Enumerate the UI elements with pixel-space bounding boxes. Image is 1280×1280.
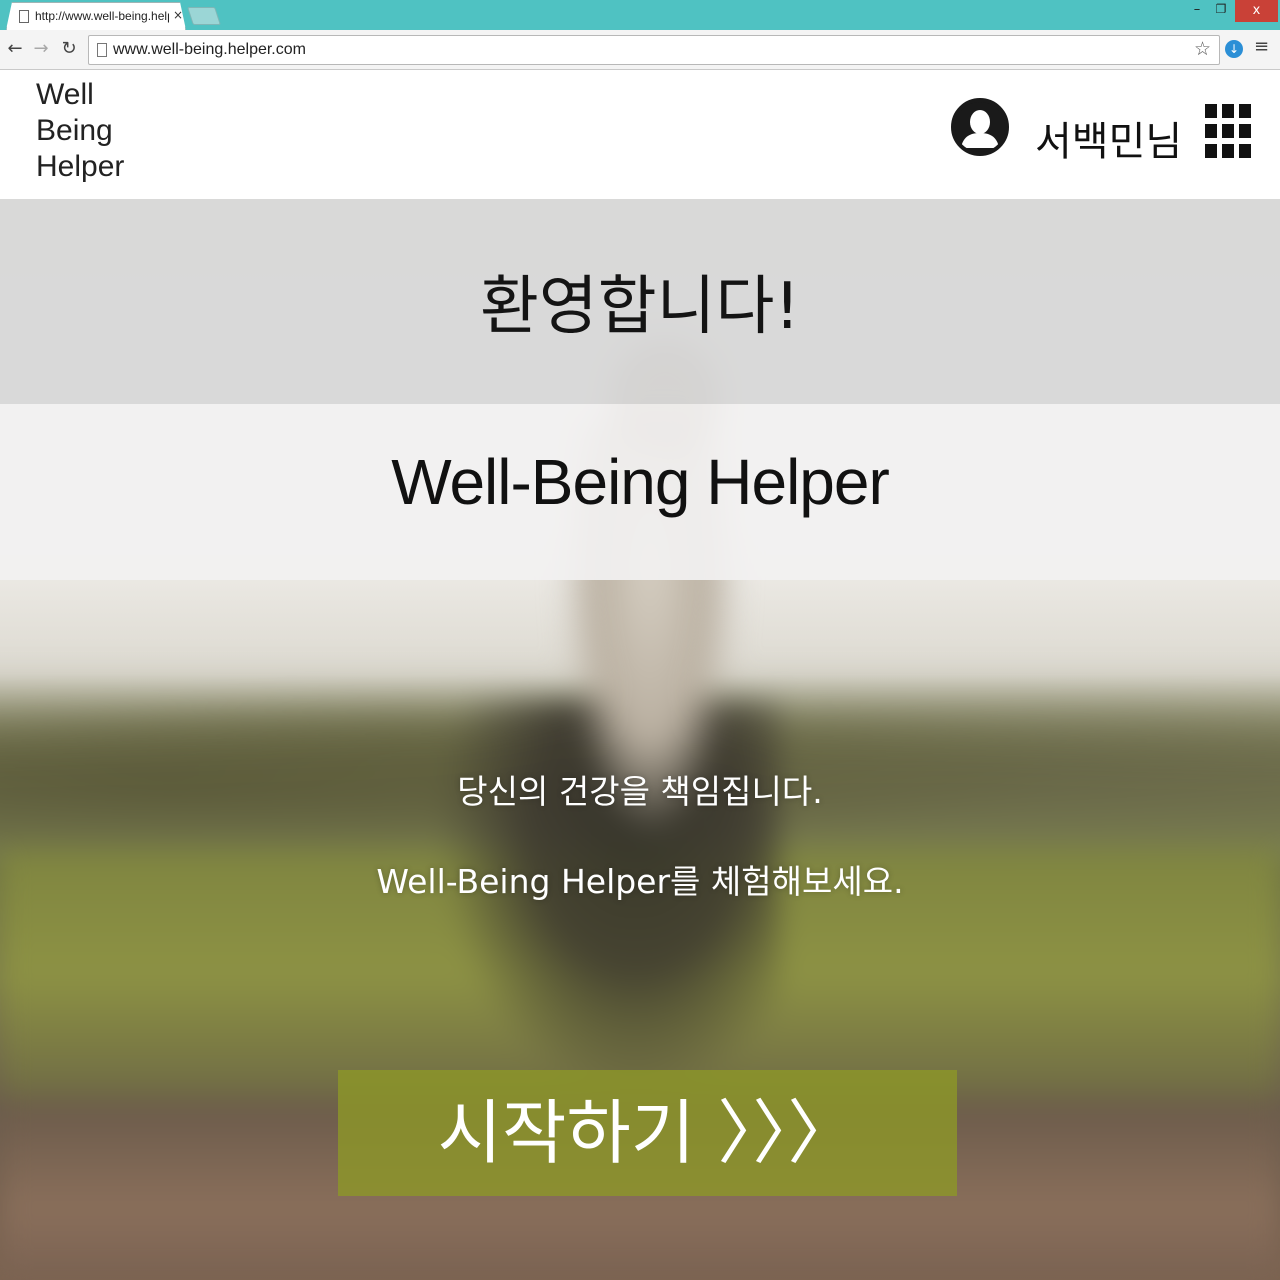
- logo-line: Being: [36, 114, 113, 147]
- site-header: Well Being Helper 서백민님: [0, 71, 1280, 199]
- user-avatar-icon[interactable]: [951, 98, 1009, 156]
- browser-toolbar: ← → ↻ www.well-being.helper.com ☆ ↓ ≡: [0, 30, 1280, 70]
- address-bar[interactable]: www.well-being.helper.com ☆: [88, 35, 1220, 65]
- site-logo[interactable]: Well Being Helper: [36, 77, 124, 185]
- grid-dot: [1239, 144, 1251, 158]
- reload-icon[interactable]: ↻: [58, 38, 80, 60]
- brand-title: Well-Being Helper: [391, 446, 890, 518]
- logo-line: Well: [36, 78, 94, 111]
- grid-dot: [1222, 104, 1234, 118]
- browser-titlebar: http://www.well-being.helper.com × – ❐ x: [0, 0, 1280, 30]
- grid-dot: [1239, 104, 1251, 118]
- grid-dot: [1222, 144, 1234, 158]
- grid-dot: [1205, 124, 1217, 138]
- forward-arrow-icon[interactable]: →: [30, 38, 52, 60]
- tab-title: http://www.well-being.helper.com: [35, 9, 169, 23]
- window-close-button[interactable]: x: [1235, 0, 1278, 22]
- browser-menu-icon[interactable]: ≡: [1254, 36, 1269, 57]
- start-button[interactable]: 시작하기 〉〉〉: [338, 1070, 957, 1196]
- page-icon: [19, 10, 29, 23]
- grid-dot: [1222, 124, 1234, 138]
- welcome-heading: 환영합니다!: [479, 270, 801, 344]
- window-minimize-button[interactable]: –: [1185, 2, 1209, 24]
- logo-line: Helper: [36, 150, 125, 183]
- tagline-line-2: Well-Being Helper를 체험해보세요.: [376, 862, 904, 901]
- apps-grid-icon[interactable]: [1205, 104, 1251, 158]
- tab-close-icon[interactable]: ×: [173, 8, 183, 22]
- download-extension-icon[interactable]: ↓: [1225, 40, 1243, 58]
- bookmark-star-icon[interactable]: ☆: [1194, 38, 1211, 60]
- user-silhouette-icon: [955, 102, 1005, 152]
- hero-section: 환영합니다! Well-Being Helper 당신의 건강을 책임집니다. …: [0, 199, 1280, 1280]
- back-arrow-icon[interactable]: ←: [4, 38, 26, 60]
- grid-dot: [1239, 124, 1251, 138]
- new-tab-button[interactable]: [187, 7, 221, 25]
- grid-dot: [1205, 104, 1217, 118]
- tagline-line-1: 당신의 건강을 책임집니다.: [457, 772, 823, 811]
- user-name[interactable]: 서백민님: [1035, 109, 1182, 167]
- address-url[interactable]: www.well-being.helper.com: [113, 41, 306, 59]
- page-icon: [97, 43, 107, 57]
- window-restore-button[interactable]: ❐: [1209, 2, 1233, 24]
- grid-dot: [1205, 144, 1217, 158]
- browser-tab[interactable]: http://www.well-being.helper.com ×: [6, 2, 186, 30]
